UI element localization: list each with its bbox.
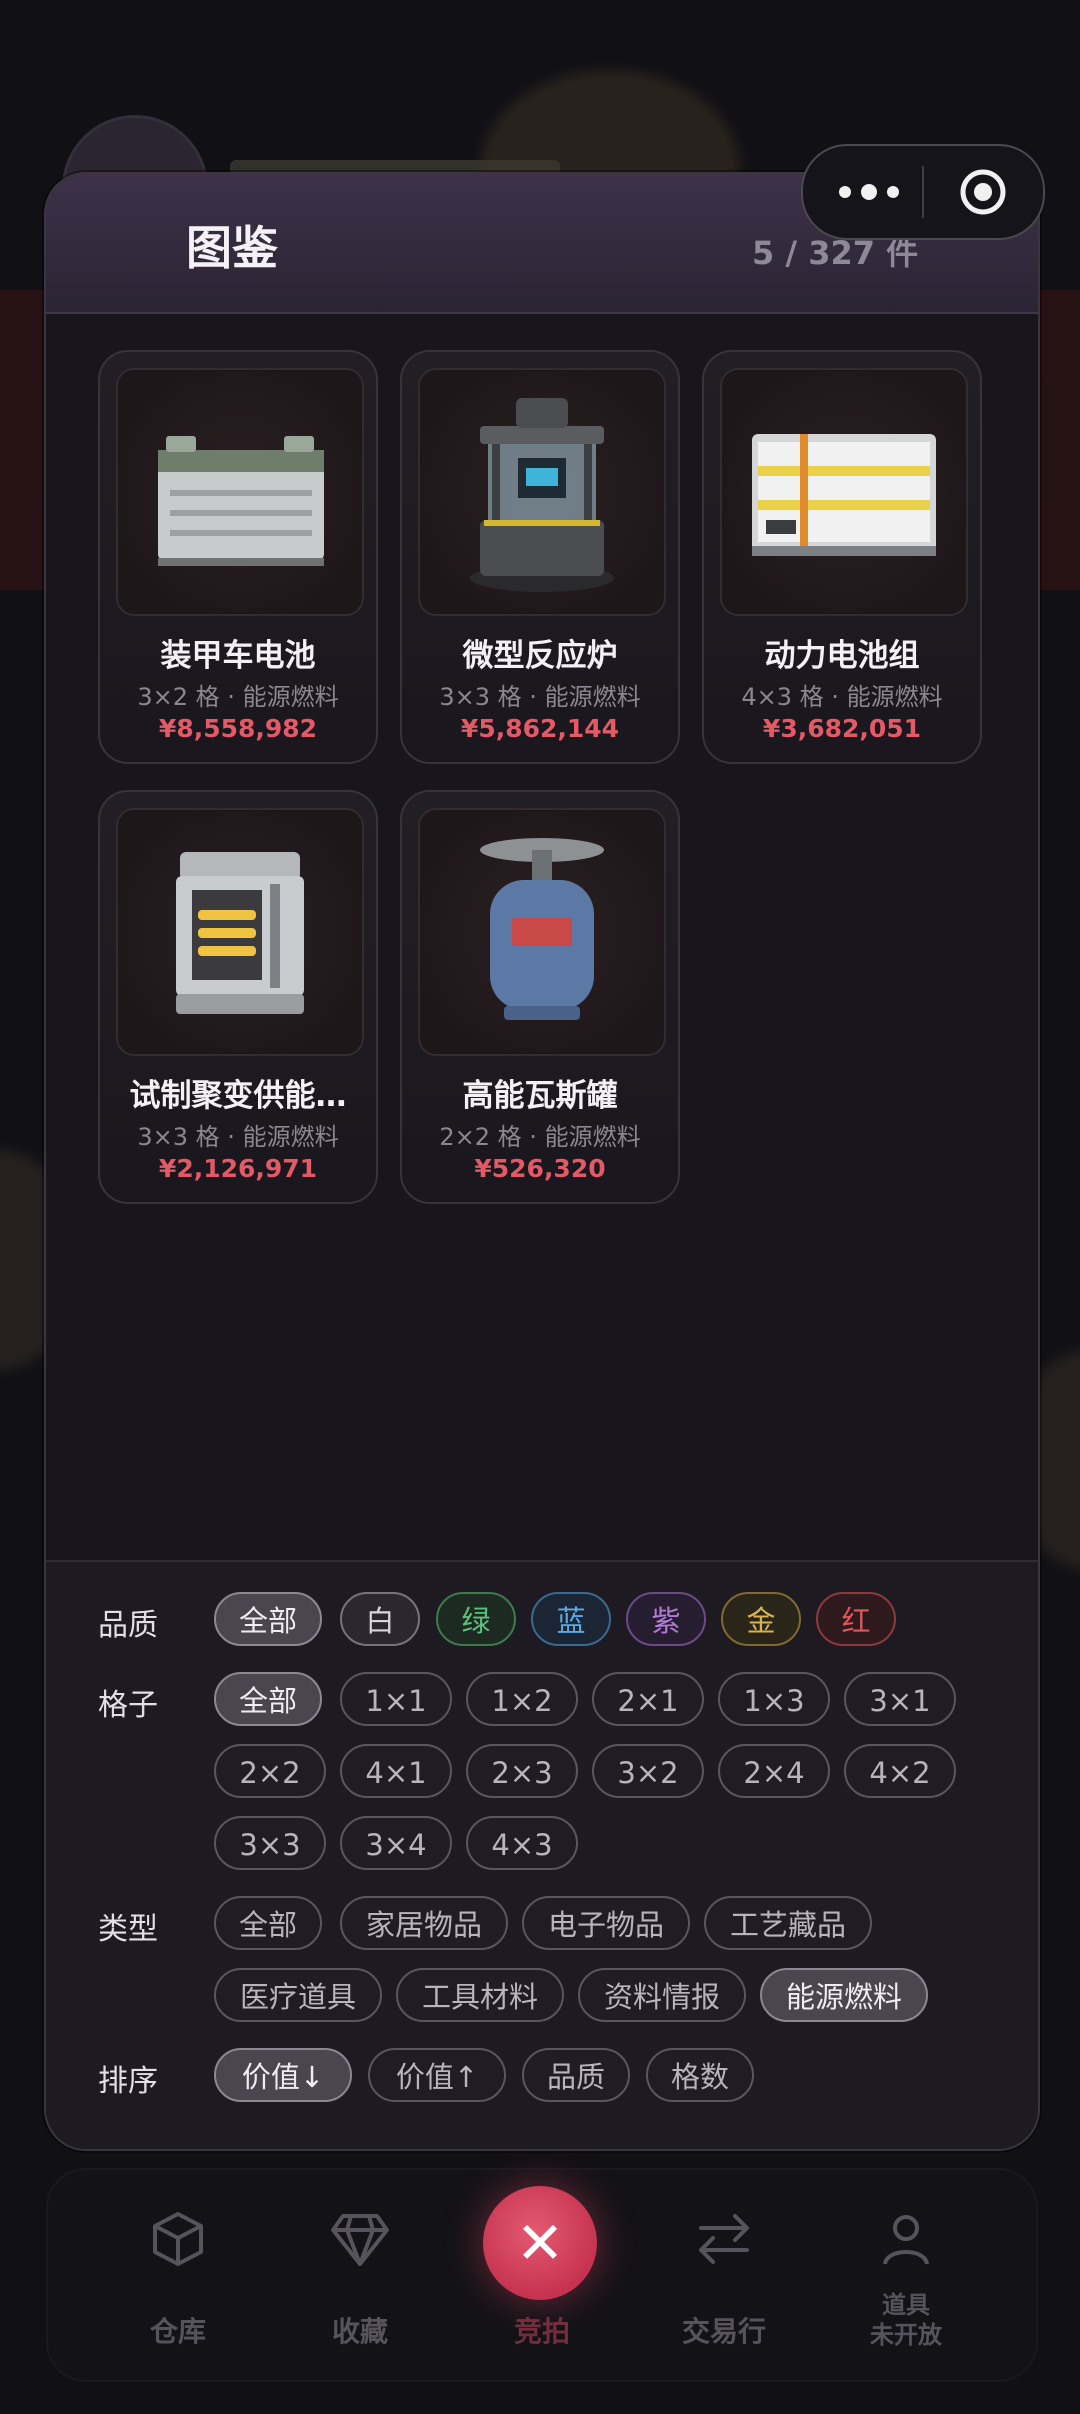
- item-card[interactable]: 装甲车电池 3×2 格 · 能源燃料 ¥8,558,982: [98, 350, 378, 764]
- sort-chip[interactable]: 格数: [646, 2048, 754, 2102]
- grid-chip[interactable]: 2×1: [592, 1672, 704, 1726]
- item-price: ¥8,558,982: [158, 714, 318, 743]
- grid-chip[interactable]: 3×1: [844, 1672, 956, 1726]
- item-card[interactable]: 高能瓦斯罐 2×2 格 · 能源燃料 ¥526,320: [400, 790, 680, 1204]
- item-meta: 2×2 格 · 能源燃料: [439, 1123, 641, 1151]
- grid-chip[interactable]: 3×4: [340, 1816, 452, 1870]
- item-card[interactable]: 试制聚变供能… 3×3 格 · 能源燃料 ¥2,126,971: [98, 790, 378, 1204]
- grid-chip[interactable]: 4×1: [340, 1744, 452, 1798]
- quality-chip-blue[interactable]: 蓝: [531, 1592, 611, 1646]
- tab-favorites[interactable]: 收藏: [270, 2170, 450, 2380]
- tab-label: 竞拍: [513, 2315, 570, 2348]
- quality-chip-red[interactable]: 红: [816, 1592, 896, 1646]
- quality-chip-white[interactable]: 白: [340, 1592, 420, 1646]
- close-modal-button[interactable]: ✕: [483, 2186, 597, 2300]
- type-chip[interactable]: 工艺藏品: [704, 1896, 872, 1950]
- tab-label: 仓库: [149, 2315, 206, 2348]
- item-price: ¥2,126,971: [158, 1154, 318, 1183]
- grid-chip[interactable]: 1×2: [466, 1672, 578, 1726]
- item-price: ¥5,862,144: [460, 714, 620, 743]
- grid-chip[interactable]: 2×4: [718, 1744, 830, 1798]
- type-chip[interactable]: 全部: [214, 1896, 322, 1950]
- reactor-icon: [418, 368, 666, 616]
- grid-chip[interactable]: 2×2: [214, 1744, 326, 1798]
- miniprogram-capsule: [801, 144, 1045, 240]
- catalog-modal: 图鉴 5 / 327 件 装甲车电池 3×2 格 · 能源燃料 ¥8,558,9…: [44, 172, 1040, 2151]
- grid-chip[interactable]: 3×3: [214, 1816, 326, 1870]
- item-meta: 3×3 格 · 能源燃料: [439, 683, 641, 711]
- tab-warehouse[interactable]: 仓库: [88, 2170, 268, 2380]
- grid-chip[interactable]: 2×3: [466, 1744, 578, 1798]
- item-card[interactable]: 动力电池组 4×3 格 · 能源燃料 ¥3,682,051: [702, 350, 982, 764]
- grid-chip[interactable]: 4×2: [844, 1744, 956, 1798]
- tab-label: 收藏: [331, 2315, 388, 2348]
- more-dots-icon[interactable]: [833, 166, 913, 218]
- box-icon: [149, 2210, 207, 2277]
- exchange-icon: [693, 2210, 755, 2277]
- sort-chip[interactable]: 价值↓: [214, 2048, 352, 2102]
- item-meta: 3×3 格 · 能源燃料: [137, 1123, 339, 1151]
- item-name: 高能瓦斯罐: [462, 1078, 618, 1114]
- grid-chip[interactable]: 1×3: [718, 1672, 830, 1726]
- type-chip[interactable]: 家居物品: [340, 1896, 508, 1950]
- person-icon: [877, 2210, 935, 2277]
- sort-chip[interactable]: 价值↑: [368, 2048, 506, 2102]
- item-name: 动力电池组: [764, 638, 920, 674]
- type-chip[interactable]: 电子物品: [522, 1896, 690, 1950]
- sort-label: 排序: [98, 2064, 158, 2099]
- type-chip[interactable]: 医疗道具: [214, 1968, 382, 2022]
- item-name: 装甲车电池: [160, 638, 316, 674]
- item-meta: 3×2 格 · 能源燃料: [137, 683, 339, 711]
- car-battery-icon: [116, 368, 364, 616]
- tab-label: 道具 未开放: [870, 2291, 942, 2349]
- item-name: 微型反应炉: [462, 638, 618, 674]
- grid-chip[interactable]: 4×3: [466, 1816, 578, 1870]
- quality-chip-green[interactable]: 绿: [436, 1592, 516, 1646]
- battery-pack-icon: [720, 368, 968, 616]
- grid-chip[interactable]: 1×1: [340, 1672, 452, 1726]
- tab-label: 交易行: [681, 2315, 766, 2348]
- grid-chip[interactable]: 全部: [214, 1672, 322, 1726]
- filter-panel: 品质 全部 白 绿 蓝 紫 金 红 格子 全部 1×1 1×2 2×1 1×3 …: [46, 1560, 1038, 2149]
- type-chip[interactable]: 工具材料: [396, 1968, 564, 2022]
- item-meta: 4×3 格 · 能源燃料: [741, 683, 943, 711]
- item-name: 试制聚变供能…: [129, 1078, 347, 1114]
- quality-label: 品质: [98, 1608, 158, 1643]
- capsule-divider: [922, 166, 924, 218]
- target-icon[interactable]: [959, 168, 1007, 216]
- quality-chip-gold[interactable]: 金: [721, 1592, 801, 1646]
- item-price: ¥3,682,051: [762, 714, 922, 743]
- sort-chip[interactable]: 品质: [522, 2048, 630, 2102]
- grid-size-label: 格子: [98, 1688, 158, 1723]
- tab-items[interactable]: 道具 未开放: [816, 2170, 996, 2380]
- item-price: ¥526,320: [474, 1154, 606, 1183]
- quality-chip-purple[interactable]: 紫: [626, 1592, 706, 1646]
- type-label: 类型: [98, 1912, 158, 1947]
- quality-chip-all[interactable]: 全部: [214, 1592, 322, 1646]
- fusion-cell-icon: [116, 808, 364, 1056]
- gas-canister-icon: [418, 808, 666, 1056]
- diamond-icon: [329, 2210, 391, 2277]
- grid-chip[interactable]: 3×2: [592, 1744, 704, 1798]
- item-card[interactable]: 微型反应炉 3×3 格 · 能源燃料 ¥5,862,144: [400, 350, 680, 764]
- tab-exchange[interactable]: 交易行: [634, 2170, 814, 2380]
- type-chip[interactable]: 资料情报: [578, 1968, 746, 2022]
- modal-title: 图鉴: [186, 221, 278, 275]
- type-chip[interactable]: 能源燃料: [760, 1968, 928, 2022]
- close-icon: ✕: [515, 2209, 565, 2277]
